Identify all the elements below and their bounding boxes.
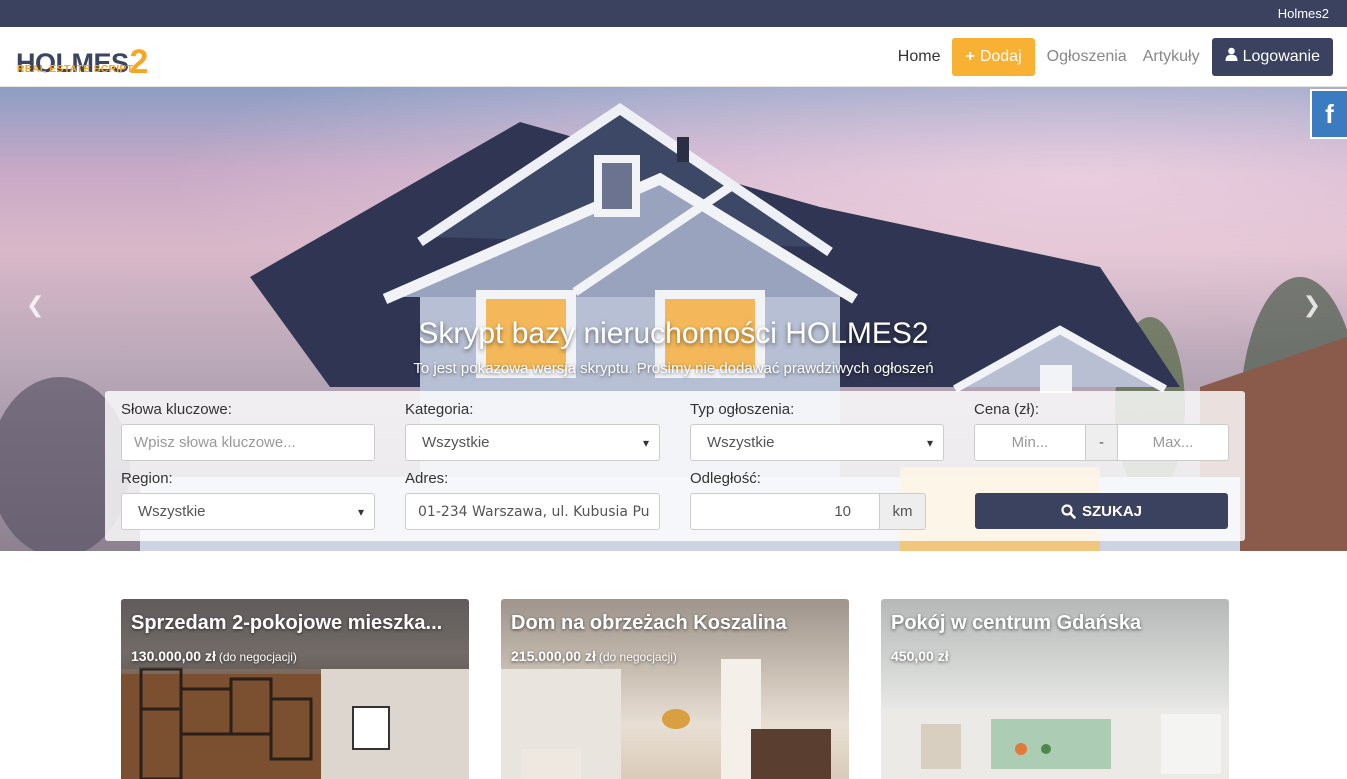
distance-input[interactable]: 10	[690, 493, 880, 530]
user-icon	[1225, 47, 1238, 66]
listing-title[interactable]: Dom na obrzeżach Koszalina	[511, 612, 787, 635]
top-bar: Holmes2	[0, 0, 1347, 27]
search-form: Słowa kluczowe: Wpisz słowa kluczowe... …	[105, 391, 1245, 541]
address-label: Adres:	[405, 470, 449, 487]
region-field-group: Region: Wszystkie	[121, 470, 375, 530]
region-label: Region:	[121, 470, 173, 487]
listing-price-value: 450,00 zł	[891, 648, 949, 664]
address-input[interactable]: 01-234 Warszawa, ul. Kubusia Pu	[405, 493, 660, 530]
slider-prev-arrow[interactable]: ❮	[26, 292, 44, 318]
price-label: Cena (zł):	[974, 401, 1040, 418]
type-label: Typ ogłoszenia:	[690, 401, 795, 418]
nav-home[interactable]: Home	[890, 48, 949, 66]
main-nav: Home + Dodaj Ogłoszenia Artykuły Logowan…	[890, 37, 1333, 76]
distance-group: 10 km	[690, 493, 926, 530]
listing-card[interactable]: Dom na obrzeżach Koszalina 215.000,00 zł…	[501, 599, 849, 779]
login-label: Logowanie	[1242, 47, 1320, 65]
add-listing-label: Dodaj	[979, 47, 1022, 65]
listing-title[interactable]: Pokój w centrum Gdańska	[891, 612, 1141, 635]
nav-listings[interactable]: Ogłoszenia	[1039, 48, 1135, 66]
keywords-label: Słowa kluczowe:	[121, 401, 232, 418]
plus-icon: +	[965, 47, 975, 65]
price-max-input[interactable]: Max...	[1117, 424, 1229, 461]
facebook-icon: f	[1325, 98, 1334, 129]
type-field-group: Typ ogłoszenia: Wszystkie	[690, 401, 944, 461]
listing-card[interactable]: Pokój w centrum Gdańska 450,00 zł	[881, 599, 1229, 779]
listing-price: 130.000,00 zł (do negocjacji)	[131, 648, 297, 664]
search-button[interactable]: SZUKAJ	[975, 493, 1228, 529]
listing-price-note: (do negocjacji)	[598, 650, 677, 664]
search-icon	[1061, 503, 1076, 519]
distance-field-group: Odległość: 10 km	[690, 470, 926, 530]
navbar: HOLMES 2 REAL ESTATE SCRIPT Home + Dodaj…	[0, 27, 1347, 87]
type-select[interactable]: Wszystkie	[690, 424, 944, 461]
distance-label: Odległość:	[690, 470, 761, 487]
featured-listings: Sprzedam 2-pokojowe mieszka... 130.000,0…	[121, 599, 1229, 779]
listing-card[interactable]: Sprzedam 2-pokojowe mieszka... 130.000,0…	[121, 599, 469, 779]
slider-next-arrow[interactable]: ❯	[1303, 292, 1321, 318]
category-select[interactable]: Wszystkie	[405, 424, 660, 461]
listing-price-value: 130.000,00 zł	[131, 648, 216, 664]
price-field-group: Cena (zł): Min... - Max...	[974, 401, 1229, 461]
add-listing-button[interactable]: + Dodaj	[952, 37, 1035, 76]
logo[interactable]: HOLMES 2 REAL ESTATE SCRIPT	[16, 37, 148, 79]
logo-subtitle: REAL ESTATE SCRIPT	[17, 62, 134, 75]
listing-price: 215.000,00 zł (do negocjacji)	[511, 648, 677, 664]
region-select[interactable]: Wszystkie	[121, 493, 375, 530]
listing-price: 450,00 zł	[891, 648, 952, 664]
category-label: Kategoria:	[405, 401, 474, 418]
listing-price-note: (do negocjacji)	[218, 650, 297, 664]
site-name: Holmes2	[1277, 6, 1329, 21]
hero-subtitle: To jest pokazowa wersja skryptu. Prosimy…	[413, 360, 934, 377]
listing-price-value: 215.000,00 zł	[511, 648, 596, 664]
search-button-label: SZUKAJ	[1081, 502, 1142, 520]
hero-slider: f ❮ ❯ Skrypt bazy nieruchomości HOLMES2 …	[0, 87, 1347, 551]
category-field-group: Kategoria: Wszystkie	[405, 401, 660, 461]
price-min-input[interactable]: Min...	[974, 424, 1086, 461]
distance-unit: km	[880, 493, 926, 530]
listing-title[interactable]: Sprzedam 2-pokojowe mieszka...	[131, 612, 442, 635]
address-field-group: Adres: 01-234 Warszawa, ul. Kubusia Pu	[405, 470, 660, 530]
nav-articles[interactable]: Artykuły	[1135, 48, 1208, 66]
facebook-tab[interactable]: f	[1310, 89, 1347, 139]
keywords-input[interactable]: Wpisz słowa kluczowe...	[121, 424, 375, 461]
hero-title: Skrypt bazy nieruchomości HOLMES2	[418, 317, 929, 350]
price-separator: -	[1086, 424, 1117, 461]
login-button[interactable]: Logowanie	[1211, 37, 1333, 76]
keywords-field-group: Słowa kluczowe: Wpisz słowa kluczowe...	[121, 401, 375, 461]
price-range: Min... - Max...	[974, 424, 1229, 461]
